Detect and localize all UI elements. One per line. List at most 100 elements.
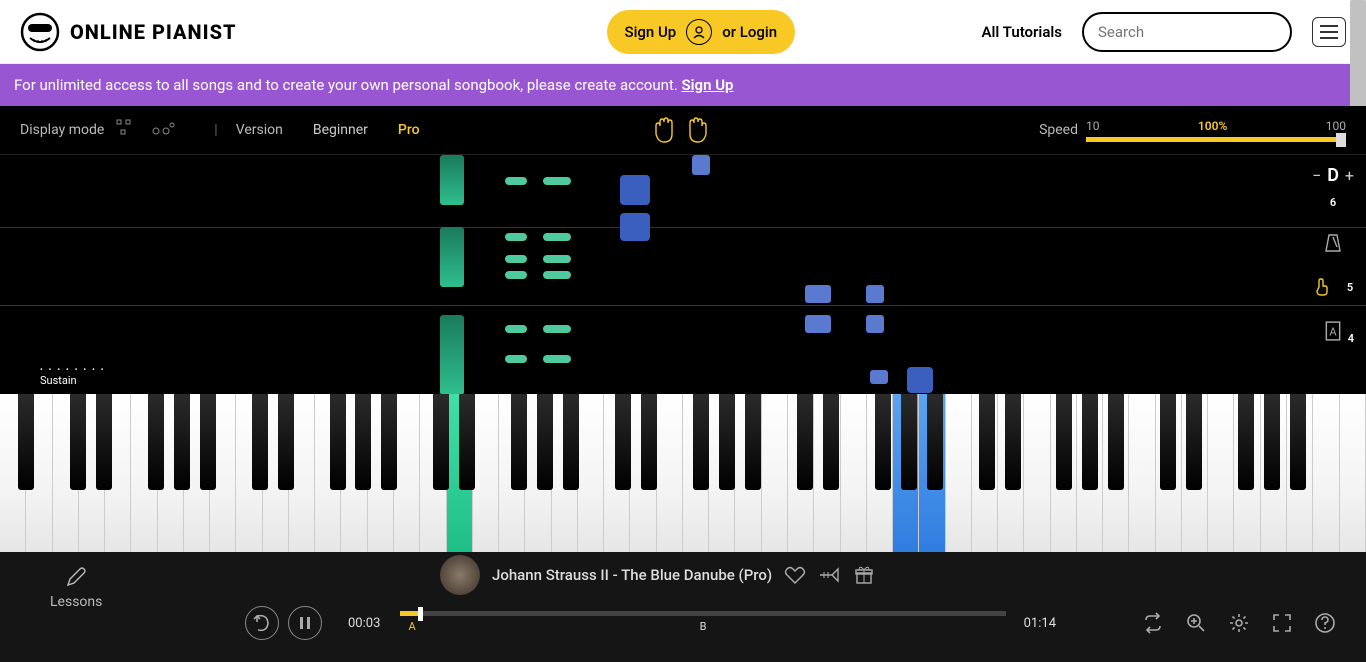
speed-thumb[interactable]	[1336, 133, 1346, 147]
falling-note	[543, 177, 571, 185]
black-key[interactable]	[979, 394, 995, 490]
falling-note	[620, 213, 650, 241]
gift-icon[interactable]	[854, 565, 874, 585]
banner-text: For unlimited access to all songs and to…	[14, 76, 682, 94]
settings-button[interactable]	[1228, 612, 1250, 634]
black-key[interactable]	[355, 394, 371, 490]
black-key[interactable]	[278, 394, 294, 490]
trumpet-icon[interactable]	[818, 566, 842, 584]
black-key[interactable]	[1186, 394, 1202, 490]
falling-note	[692, 155, 710, 175]
black-key[interactable]	[537, 394, 553, 490]
scrollbar-thumb[interactable]	[1350, 0, 1366, 120]
version-label: Version	[236, 122, 283, 138]
progress-bar[interactable]: A B	[400, 611, 1006, 636]
black-key[interactable]	[1290, 394, 1306, 490]
search-input[interactable]	[1098, 23, 1297, 41]
beat-line	[0, 305, 1366, 306]
falling-note	[543, 233, 571, 241]
loop-button[interactable]	[1142, 612, 1164, 634]
time-total: 01:14	[1024, 616, 1056, 631]
black-key[interactable]	[433, 394, 449, 490]
marker-a[interactable]: A	[409, 620, 416, 633]
black-key[interactable]	[1238, 394, 1254, 490]
black-key[interactable]	[615, 394, 631, 490]
note-waterfall: • • • • • • • • Sustain − D + 6 5 A4	[0, 154, 1366, 394]
row-num: 4	[1348, 332, 1354, 345]
level-pro[interactable]: Pro	[398, 122, 420, 138]
black-key[interactable]	[1082, 394, 1098, 490]
piano-keyboard[interactable]	[0, 394, 1366, 552]
black-key[interactable]	[797, 394, 813, 490]
black-key[interactable]	[1056, 394, 1072, 490]
marker-b[interactable]: B	[700, 620, 707, 633]
beat-line	[0, 227, 1366, 228]
auth-chip: Sign Up or Login	[607, 10, 796, 54]
menu-button[interactable]	[1312, 17, 1346, 47]
black-key[interactable]	[330, 394, 346, 490]
falling-note	[620, 175, 650, 205]
black-key[interactable]	[200, 394, 216, 490]
signup-button[interactable]: Sign Up	[625, 23, 677, 41]
speed-mid: 100%	[1198, 119, 1227, 133]
rewind-button[interactable]	[245, 606, 279, 640]
logo-icon	[20, 12, 60, 52]
black-key[interactable]	[875, 394, 891, 490]
speed-slider[interactable]	[1086, 137, 1346, 142]
banner-signup-link[interactable]: Sign Up	[682, 76, 734, 94]
black-key[interactable]	[641, 394, 657, 490]
black-key[interactable]	[901, 394, 917, 490]
hand-cursor-icon[interactable]	[1313, 277, 1331, 297]
login-link[interactable]: or Login	[722, 23, 777, 41]
black-key[interactable]	[1005, 394, 1021, 490]
falling-note	[870, 370, 888, 384]
transpose-up[interactable]: +	[1345, 166, 1354, 185]
black-key[interactable]	[719, 394, 735, 490]
display-mode-sheet-icon[interactable]	[152, 121, 176, 139]
black-key[interactable]	[18, 394, 34, 490]
time-current: 00:03	[348, 616, 380, 631]
left-hand-icon[interactable]	[650, 116, 678, 144]
svg-text:A: A	[1329, 325, 1337, 338]
black-key[interactable]	[1264, 394, 1280, 490]
level-beginner[interactable]: Beginner	[313, 122, 368, 138]
note-letter-icon[interactable]: A	[1324, 321, 1342, 341]
black-key[interactable]	[1160, 394, 1176, 490]
falling-note	[805, 315, 831, 333]
row-num: 5	[1347, 281, 1353, 294]
brand-name: ONLINE PIANIST	[70, 20, 237, 44]
falling-note	[543, 255, 571, 263]
black-key[interactable]	[96, 394, 112, 490]
help-button[interactable]	[1314, 612, 1336, 634]
transpose-down[interactable]: −	[1312, 166, 1321, 185]
falling-note	[440, 155, 464, 205]
black-key[interactable]	[1108, 394, 1124, 490]
falling-note	[805, 285, 831, 303]
black-key[interactable]	[511, 394, 527, 490]
black-key[interactable]	[745, 394, 761, 490]
favorite-button[interactable]	[784, 564, 806, 586]
black-key[interactable]	[563, 394, 579, 490]
black-key[interactable]	[252, 394, 268, 490]
black-key[interactable]	[148, 394, 164, 490]
display-mode-falling-icon[interactable]	[116, 119, 132, 141]
metronome-icon[interactable]	[1324, 233, 1342, 253]
fullscreen-button[interactable]	[1272, 613, 1292, 633]
falling-note	[543, 355, 571, 363]
search-box[interactable]	[1082, 12, 1292, 52]
black-key[interactable]	[693, 394, 709, 490]
black-key[interactable]	[70, 394, 86, 490]
current-key: D	[1327, 165, 1339, 186]
all-tutorials-link[interactable]: All Tutorials	[982, 23, 1062, 41]
black-key[interactable]	[174, 394, 190, 490]
zoom-button[interactable]	[1186, 613, 1206, 633]
artist-avatar	[440, 555, 480, 595]
black-key[interactable]	[459, 394, 475, 490]
black-key[interactable]	[823, 394, 839, 490]
brand-logo[interactable]: ONLINE PIANIST	[20, 12, 237, 52]
black-key[interactable]	[927, 394, 943, 490]
speed-label: Speed	[1039, 122, 1078, 138]
black-key[interactable]	[381, 394, 397, 490]
pause-button[interactable]	[288, 606, 322, 640]
right-hand-icon[interactable]	[684, 116, 712, 144]
